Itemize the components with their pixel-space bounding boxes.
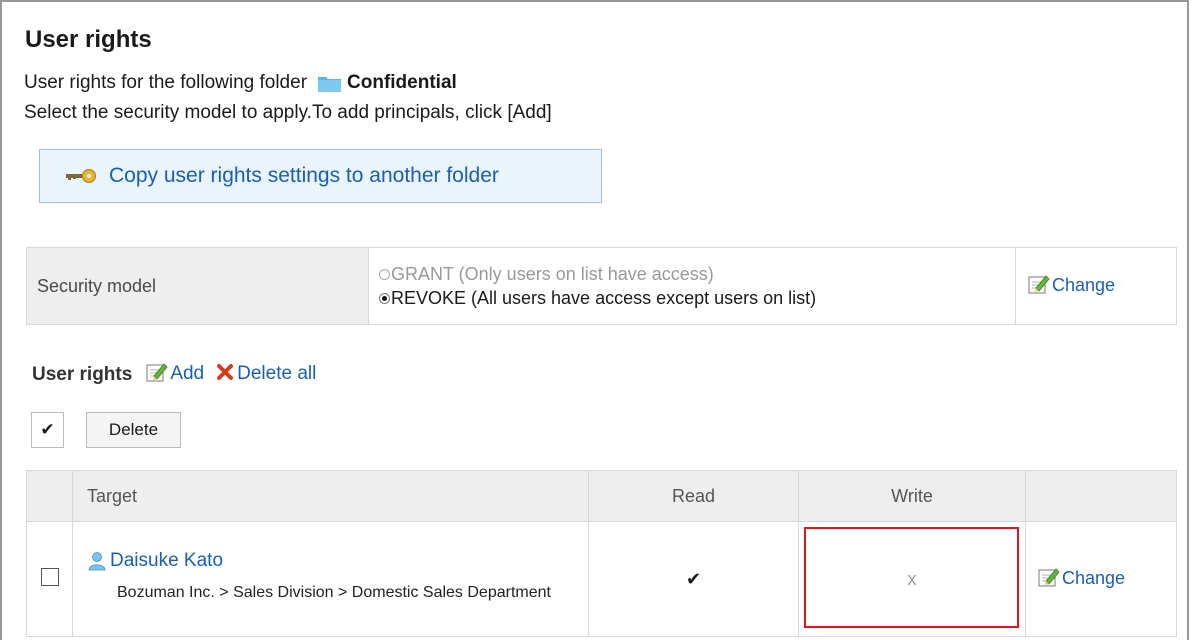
folder-icon (317, 74, 342, 92)
row-change-link[interactable]: Change (1038, 568, 1125, 588)
user-icon (87, 551, 107, 571)
user-name-link[interactable]: Daisuke Kato (110, 550, 223, 572)
header-target: Target (72, 470, 589, 522)
delete-x-icon (216, 363, 234, 387)
security-model-table: Security model GRANT (Only users on list… (26, 247, 1177, 325)
header-checkbox-col (26, 470, 73, 522)
check-all-button[interactable]: ✔ (31, 412, 64, 448)
revoke-option-label: REVOKE (All users have access except use… (391, 288, 817, 308)
key-icon (65, 168, 101, 184)
header-action-col (1025, 470, 1177, 522)
folder-line: User rights for the following folder Con… (24, 72, 457, 94)
delete-button[interactable]: Delete (86, 412, 181, 448)
page-title: User rights (25, 26, 152, 53)
row-change-label: Change (1062, 567, 1126, 588)
table-header-row: Target Read Write (26, 470, 1177, 522)
delete-all-label: Delete all (237, 363, 317, 384)
row-checkbox[interactable] (40, 567, 59, 586)
user-rights-header: User rights Add Delete all (32, 362, 316, 388)
instruction-text: Select the security model to apply.To ad… (24, 102, 552, 123)
grant-radio[interactable] (379, 268, 390, 280)
header-read: Read (588, 470, 799, 522)
security-model-options: GRANT (Only users on list have access) R… (368, 247, 1016, 325)
edit-icon (1028, 274, 1050, 299)
security-model-change-cell: Change (1015, 247, 1177, 325)
folder-line-prefix: User rights for the following folder (24, 72, 308, 93)
read-cell: ✔ (588, 521, 799, 637)
security-model-change-label: Change (1052, 274, 1116, 295)
user-rights-heading: User rights (32, 364, 133, 385)
copy-user-rights-button[interactable]: Copy user rights settings to another fol… (39, 149, 602, 203)
table-row: Daisuke Kato Bozuman Inc. > Sales Divisi… (26, 521, 1177, 637)
delete-all-link[interactable]: Delete all (204, 363, 316, 387)
folder-name: Confidential (347, 72, 457, 93)
row-checkbox-cell (26, 521, 73, 637)
grant-option-label: GRANT (Only users on list have access) (391, 264, 714, 284)
security-model-change-link[interactable]: Change (1028, 275, 1115, 295)
revoke-option[interactable]: REVOKE (All users have access except use… (379, 286, 1015, 310)
highlight-box (804, 527, 1019, 628)
grant-option[interactable]: GRANT (Only users on list have access) (379, 262, 1015, 286)
revoke-radio[interactable] (379, 292, 390, 304)
copy-user-rights-label: Copy user rights settings to another fol… (109, 164, 499, 187)
security-model-label: Security model (26, 247, 369, 325)
row-action-cell: Change (1025, 521, 1177, 637)
user-rights-table: Target Read Write Daisuke Kato Bozuman I… (26, 470, 1177, 637)
edit-icon (1038, 567, 1060, 592)
target-cell: Daisuke Kato Bozuman Inc. > Sales Divisi… (72, 521, 589, 637)
edit-icon (146, 362, 168, 388)
user-line: Daisuke Kato (87, 550, 587, 572)
write-cell: x (798, 521, 1026, 637)
user-department: Bozuman Inc. > Sales Division > Domestic… (117, 583, 551, 601)
header-write: Write (798, 470, 1026, 522)
add-link[interactable]: Add (146, 362, 204, 388)
add-label: Add (170, 363, 205, 384)
